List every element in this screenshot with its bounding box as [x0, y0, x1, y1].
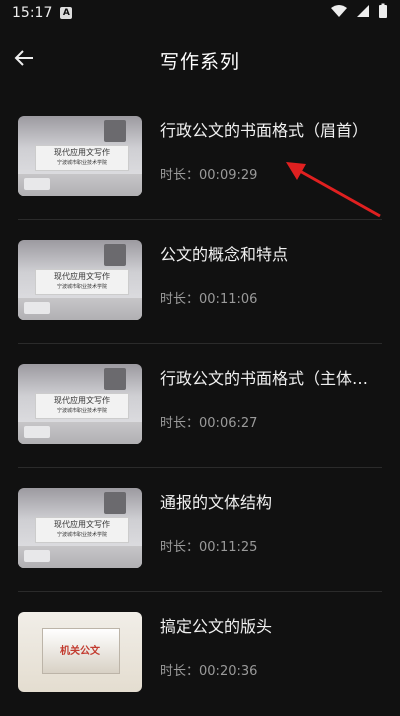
page-title: 写作系列: [159, 50, 240, 73]
notification-app-icon: A: [60, 7, 73, 19]
video-thumbnail: 现代应用文写作 宁波城市职业技术学院: [18, 488, 142, 568]
app-header: 写作系列: [0, 34, 400, 86]
thumbnail-stage-text: 机关公文: [60, 646, 100, 657]
video-title: 公文的概念和特点: [160, 245, 289, 264]
video-duration: 时长：00:06:27: [160, 416, 258, 431]
status-time: 15:17: [12, 5, 53, 21]
thumbnail-banner: 现代应用文写作 宁波城市职业技术学院: [36, 394, 128, 418]
list-item-video-2[interactable]: 现代应用文写作 宁波城市职业技术学院 公文的概念和特点 时长：00:11:06: [0, 220, 400, 344]
thumbnail-banner: 现代应用文写作 宁波城市职业技术学院: [36, 270, 128, 294]
video-thumbnail: 机关公文: [18, 612, 142, 692]
presenter-image: [104, 120, 126, 142]
list-item-video-4[interactable]: 现代应用文写作 宁波城市职业技术学院 通报的文体结构 时长：00:11:25: [0, 468, 400, 592]
video-thumbnail: 现代应用文写作 宁波城市职业技术学院: [18, 364, 142, 444]
thumbnail-banner: 现代应用文写作 宁波城市职业技术学院: [36, 518, 128, 542]
video-duration: 时长：00:11:25: [160, 540, 258, 555]
status-bar: 15:17 A: [0, 0, 400, 26]
list-item-video-3[interactable]: 现代应用文写作 宁波城市职业技术学院 行政公文的书面格式（主体… 时长：00:0…: [0, 344, 400, 468]
video-list: 现代应用文写作 宁波城市职业技术学院 行政公文的书面格式（眉首） 时长：00:0…: [0, 96, 400, 716]
video-duration: 时长：00:09:29: [160, 168, 258, 183]
presenter-image: [104, 492, 126, 514]
wifi-icon: [330, 4, 348, 22]
video-duration: 时长：00:11:06: [160, 292, 258, 307]
battery-icon: [378, 3, 388, 23]
presenter-image: [104, 368, 126, 390]
signal-icon: [356, 4, 370, 22]
video-title: 行政公文的书面格式（眉首）: [160, 121, 369, 140]
video-title: 通报的文体结构: [160, 493, 273, 512]
presenter-image: [104, 244, 126, 266]
thumbnail-banner: 现代应用文写作 宁波城市职业技术学院: [36, 146, 128, 170]
list-item-video-5[interactable]: 机关公文 搞定公文的版头 时长：00:20:36: [0, 592, 400, 716]
video-thumbnail: 现代应用文写作 宁波城市职业技术学院: [18, 240, 142, 320]
back-arrow-icon: [13, 47, 35, 73]
list-item-video-1[interactable]: 现代应用文写作 宁波城市职业技术学院 行政公文的书面格式（眉首） 时长：00:0…: [0, 96, 400, 220]
video-title: 搞定公文的版头: [160, 617, 273, 636]
video-duration: 时长：00:20:36: [160, 664, 258, 679]
video-title: 行政公文的书面格式（主体…: [160, 369, 369, 388]
video-thumbnail: 现代应用文写作 宁波城市职业技术学院: [18, 116, 142, 196]
back-button[interactable]: [12, 48, 36, 72]
